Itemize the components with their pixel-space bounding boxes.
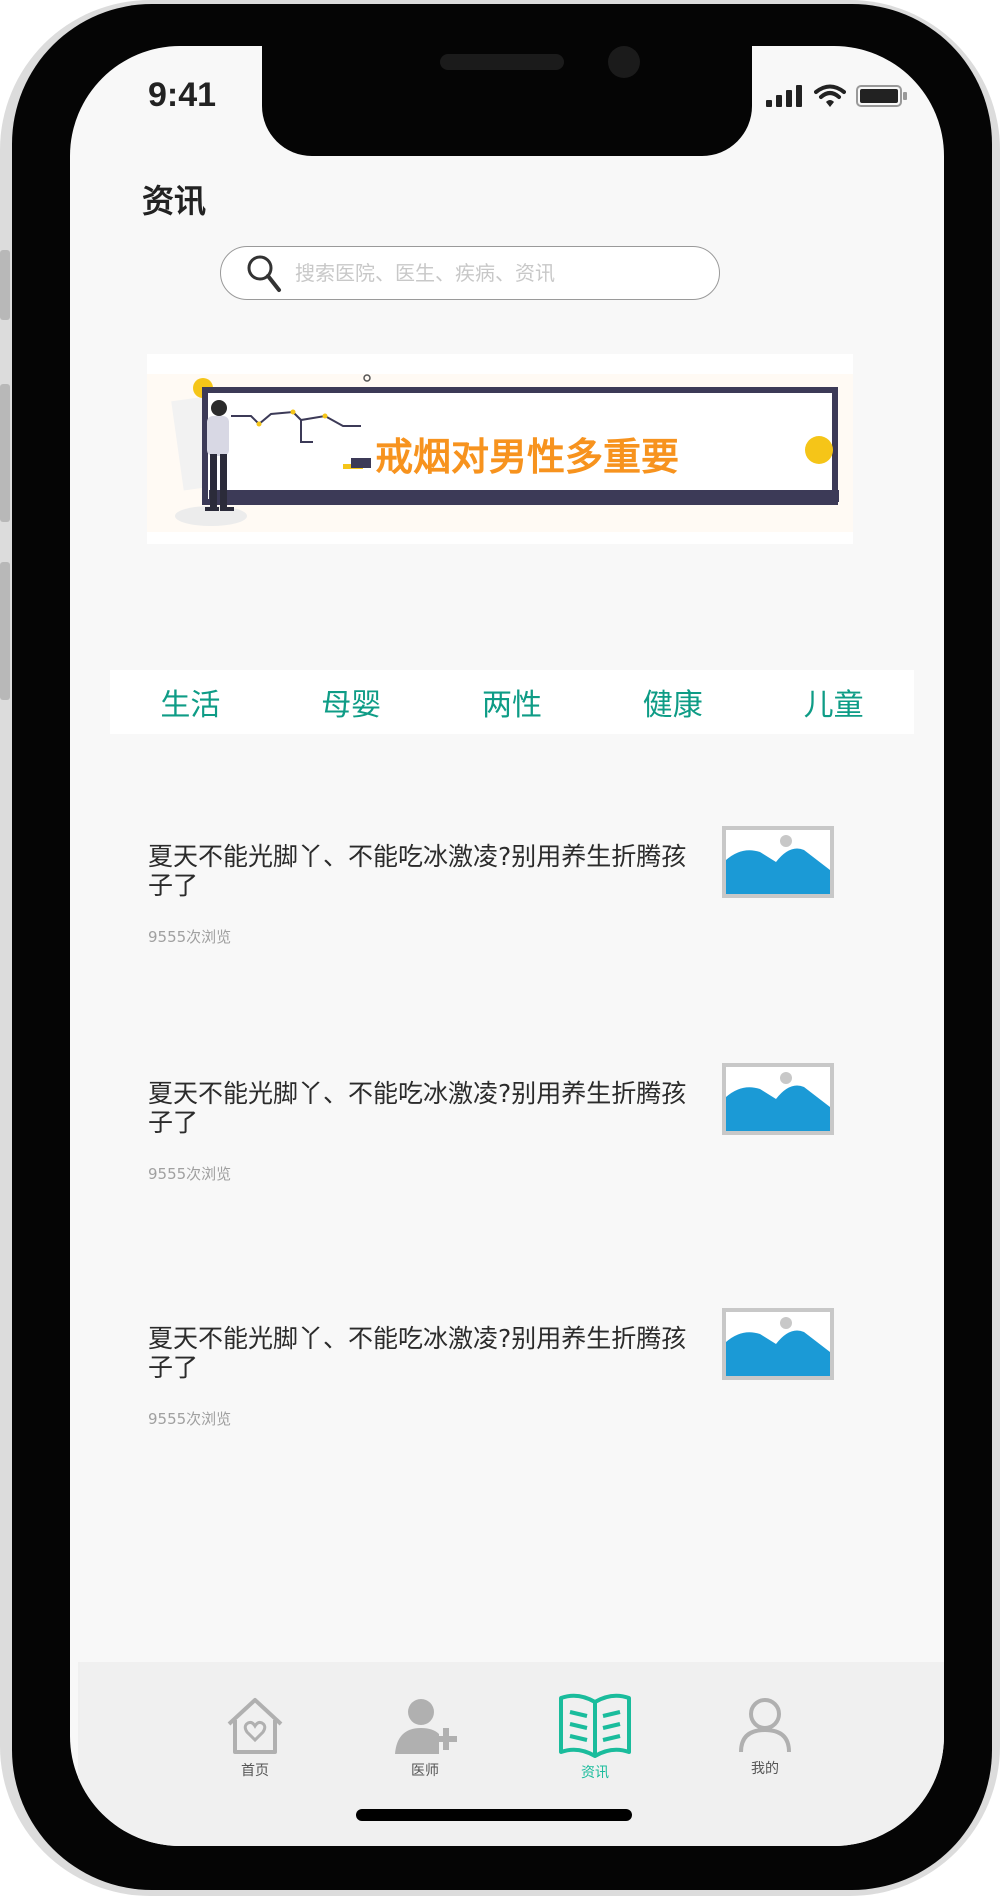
- device-screen: 9:41 资讯 搜索医院、医生、疾病、资讯 戒烟对男性多重要 生活 母婴 两性 …: [70, 46, 944, 1846]
- search-input[interactable]: [293, 260, 697, 286]
- news-thumbnail: [722, 826, 834, 898]
- promo-banner[interactable]: 戒烟对男性多重要: [147, 354, 853, 544]
- news-list-item[interactable]: 夏天不能光脚丫、不能吃冰激凌?别用养生折腾孩子了 9555次浏览: [148, 1308, 868, 1444]
- banner-title: 戒烟对男性多重要: [375, 435, 680, 479]
- tab-children[interactable]: 儿童: [804, 680, 864, 724]
- news-view-count: 9555次浏览: [148, 928, 232, 946]
- tab-sexes[interactable]: 两性: [482, 680, 542, 724]
- status-icons: [766, 84, 908, 108]
- wifi-icon: [814, 84, 846, 107]
- speaker-grille: [440, 54, 564, 70]
- news-thumbnail: [722, 1308, 834, 1380]
- category-tabs: 生活 母婴 两性 健康 儿童: [110, 670, 914, 734]
- tabbar-item-profile[interactable]: 我的: [710, 1696, 820, 1778]
- tabbar-item-news[interactable]: 资讯: [540, 1692, 650, 1782]
- news-title: 夏天不能光脚丫、不能吃冰激凌?别用养生折腾孩子了: [148, 1324, 687, 1382]
- news-thumbnail: [722, 1063, 834, 1135]
- news-list-item[interactable]: 夏天不能光脚丫、不能吃冰激凌?别用养生折腾孩子了 9555次浏览: [148, 1063, 868, 1199]
- tabbar-label: 资讯: [581, 1765, 609, 1781]
- side-button-volume-down: [0, 562, 10, 700]
- book-icon: [559, 1693, 631, 1758]
- tabbar-label: 我的: [751, 1761, 779, 1777]
- image-placeholder-icon: [726, 1072, 830, 1131]
- news-list-item[interactable]: 夏天不能光脚丫、不能吃冰激凌?别用养生折腾孩子了 9555次浏览: [148, 826, 868, 962]
- news-view-count: 9555次浏览: [148, 1165, 232, 1183]
- home-heart-icon: [227, 1698, 283, 1754]
- home-indicator: [356, 1809, 632, 1821]
- tabbar-item-home[interactable]: 首页: [200, 1696, 310, 1780]
- cellular-signal-icon: [766, 85, 802, 107]
- tab-health[interactable]: 健康: [643, 680, 703, 724]
- page-title: 资讯: [142, 182, 207, 220]
- news-title: 夏天不能光脚丫、不能吃冰激凌?别用养生折腾孩子了: [148, 1079, 687, 1137]
- status-time: 9:41: [148, 76, 217, 114]
- search-bar[interactable]: [220, 246, 720, 300]
- image-placeholder-icon: [726, 835, 830, 894]
- search-icon: [247, 255, 281, 292]
- news-view-count: 9555次浏览: [148, 1410, 232, 1428]
- side-button-volume-up: [0, 384, 10, 522]
- image-placeholder-icon: [726, 1317, 830, 1376]
- doctor-add-icon: [395, 1699, 457, 1754]
- side-button-mute: [0, 250, 10, 320]
- notch: [262, 46, 752, 156]
- tab-maternal-infant[interactable]: 母婴: [321, 680, 381, 724]
- user-icon: [739, 1698, 791, 1753]
- tabbar-label: 首页: [241, 1763, 269, 1779]
- front-camera: [608, 46, 640, 78]
- news-title: 夏天不能光脚丫、不能吃冰激凌?别用养生折腾孩子了: [148, 842, 687, 900]
- battery-icon: [856, 85, 907, 107]
- tab-life[interactable]: 生活: [160, 680, 220, 724]
- tabbar-label: 医师: [411, 1763, 439, 1779]
- tabbar-item-doctors[interactable]: 医师: [370, 1696, 480, 1780]
